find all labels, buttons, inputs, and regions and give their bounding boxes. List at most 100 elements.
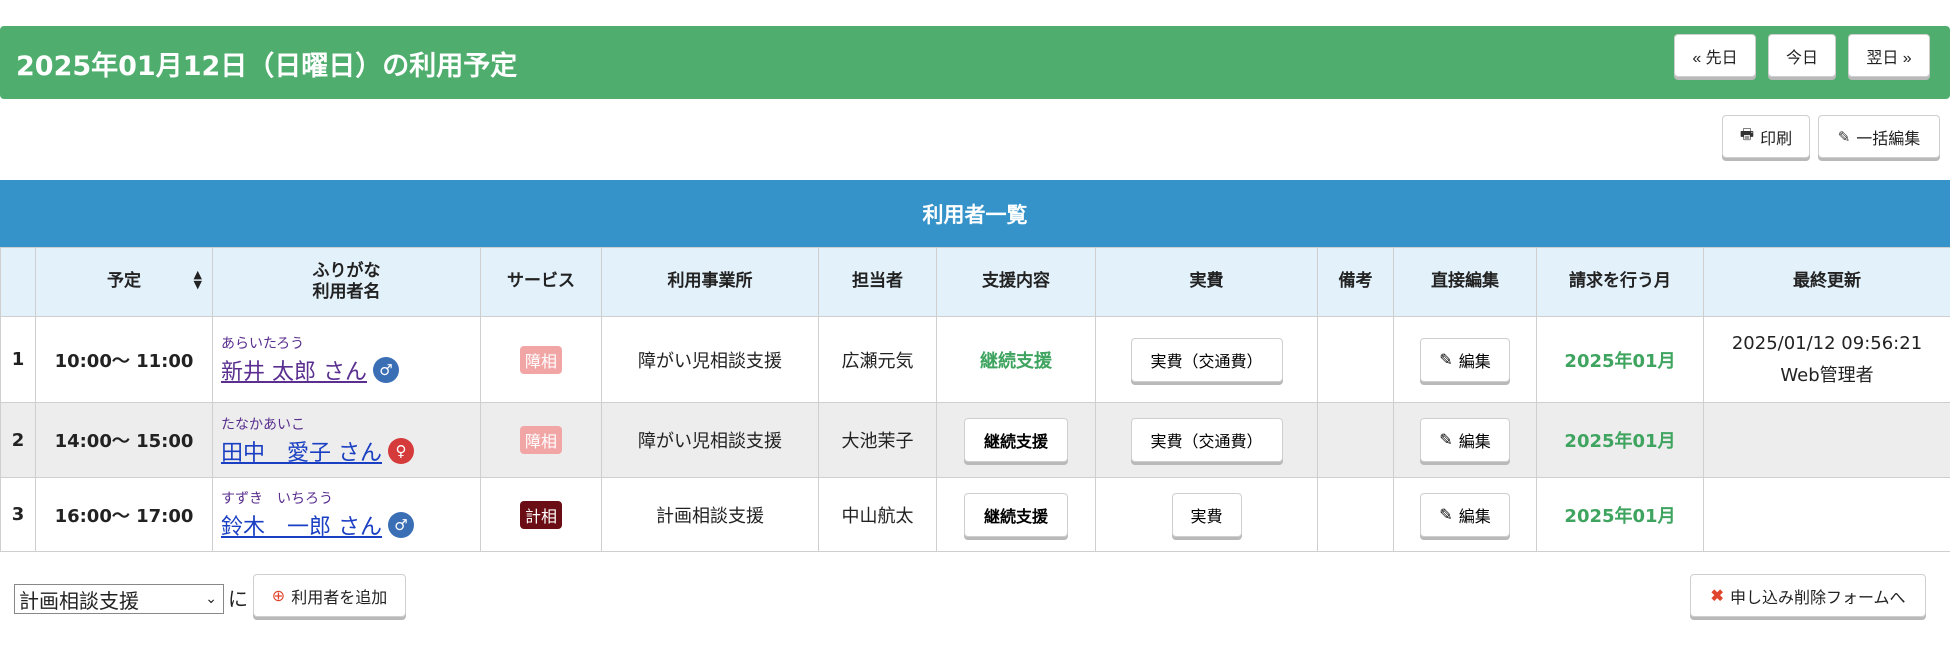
- male-user-icon: ♂: [388, 512, 414, 538]
- user-kana: たなかあいこ: [221, 416, 305, 433]
- col-staff: 担当者: [818, 247, 937, 317]
- row-time: 16:00～ 17:00: [35, 477, 213, 552]
- user-name-link[interactable]: 鈴木 一郎 さん: [221, 515, 382, 540]
- support-text: 継続支援: [980, 350, 1052, 372]
- col-expense: 実費: [1095, 247, 1318, 317]
- chevron-down-icon: ⌄: [205, 591, 217, 607]
- row-edit: ✎ 編集: [1393, 402, 1537, 478]
- row-edit: ✎ 編集: [1393, 316, 1537, 403]
- service-badge: 障相: [519, 426, 562, 454]
- table-row: 1 10:00～ 11:00 あらいたろう 新井 太郎 さん ♂ 障相 障がい児相…: [0, 316, 1950, 403]
- row-staff: 中山航太: [818, 477, 937, 552]
- print-label: 印刷: [1760, 130, 1793, 148]
- select-suffix: に: [228, 587, 248, 611]
- edit-label: 編集: [1458, 508, 1491, 526]
- edit-button[interactable]: ✎ 編集: [1420, 337, 1510, 382]
- row-expense: 実費（交通費）: [1095, 316, 1318, 403]
- service-badge: 障相: [519, 345, 562, 374]
- row-note: [1317, 402, 1394, 478]
- list-title: 利用者一覧: [0, 180, 1950, 247]
- prev-day-button[interactable]: « 先日: [1674, 34, 1756, 77]
- service-badge: 計相: [519, 500, 562, 529]
- printer-icon: 🖶: [1739, 126, 1755, 143]
- expense-button[interactable]: 実費（交通費）: [1130, 418, 1283, 462]
- col-index: [0, 247, 36, 317]
- add-user-label: 利用者を追加: [291, 589, 388, 607]
- col-name-label: 利用者名: [312, 282, 381, 302]
- support-button[interactable]: 継続支援: [964, 492, 1068, 537]
- delete-form-label: 申し込み削除フォームへ: [1729, 589, 1906, 607]
- edit-icon: ✎: [1837, 128, 1851, 146]
- row-note: [1317, 477, 1394, 552]
- row-support: 継続支援: [936, 402, 1096, 478]
- today-button[interactable]: 今日: [1768, 34, 1836, 77]
- row-number: 2: [0, 402, 36, 478]
- expense-button[interactable]: 実費: [1171, 492, 1242, 537]
- page-title: 2025年01月12日（日曜日）の利用予定: [16, 51, 518, 82]
- close-icon: ✖: [1710, 587, 1724, 605]
- user-name-link[interactable]: 田中 愛子 さん: [221, 441, 382, 466]
- edit-icon: ✎: [1439, 351, 1453, 369]
- user-name-link[interactable]: 新井 太郎 さん: [221, 360, 367, 385]
- row-office: 障がい児相談支援: [601, 402, 819, 478]
- edit-button[interactable]: ✎ 編集: [1420, 418, 1510, 462]
- row-support: 継続支援: [936, 316, 1096, 403]
- support-button[interactable]: 継続支援: [964, 418, 1068, 462]
- col-schedule[interactable]: 予定 ▲ ▼: [35, 247, 213, 317]
- col-last-update: 最終更新: [1703, 247, 1950, 317]
- user-table: 予定 ▲ ▼ ふりがな 利用者名 サービス 利用事業所 担当者 支援内容 実費 備…: [0, 247, 1950, 552]
- delete-form-button[interactable]: ✖ 申し込み削除フォームへ: [1690, 574, 1926, 617]
- row-staff: 大池茉子: [818, 402, 937, 478]
- billing-month: 2025年01月: [1564, 505, 1676, 527]
- edit-button[interactable]: ✎ 編集: [1420, 492, 1510, 537]
- plus-circle-icon: ⊕: [271, 587, 286, 605]
- edit-icon: ✎: [1439, 432, 1453, 449]
- user-kana: すずき いちろう: [221, 491, 333, 507]
- row-service: 計相: [480, 477, 602, 552]
- sort-icon[interactable]: ▲ ▼: [194, 269, 202, 290]
- row-updated: [1703, 402, 1950, 478]
- col-support: 支援内容: [936, 247, 1096, 317]
- col-schedule-label: 予定: [107, 271, 141, 292]
- row-note: [1317, 316, 1394, 403]
- add-user-button[interactable]: ⊕ 利用者を追加: [253, 574, 406, 617]
- col-billing-month: 請求を行う月: [1536, 247, 1704, 317]
- user-kana: あらいたろう: [221, 336, 305, 352]
- table-row: 2 14:00～ 15:00 たなかあいこ 田中 愛子 さん ♀ 障相 障がい児相…: [0, 402, 1950, 478]
- col-service: サービス: [480, 247, 602, 317]
- bulk-edit-label: 一括編集: [1856, 130, 1921, 148]
- next-day-button[interactable]: 翌日 »: [1848, 34, 1930, 77]
- expense-button[interactable]: 実費（交通費）: [1130, 337, 1283, 382]
- col-direct-edit: 直接編集: [1393, 247, 1537, 317]
- bulk-edit-button[interactable]: ✎ 一括編集: [1818, 115, 1940, 158]
- row-user: すずき いちろう 鈴木 一郎 さん ♂: [212, 477, 481, 552]
- header-bar: 2025年01月12日（日曜日）の利用予定 « 先日 今日 翌日 »: [0, 26, 1950, 99]
- table-row: 3 16:00～ 17:00 すずき いちろう 鈴木 一郎 さん ♂ 計相 計画相…: [0, 477, 1950, 552]
- row-user: たなかあいこ 田中 愛子 さん ♀: [212, 402, 481, 478]
- row-billing: 2025年01月: [1536, 477, 1704, 552]
- row-updated: [1703, 477, 1950, 552]
- updated-by: Web管理者: [1780, 364, 1874, 386]
- row-billing: 2025年01月: [1536, 402, 1704, 478]
- updated-at: 2025/01/12 09:56:21: [1731, 333, 1923, 354]
- row-number: 1: [0, 316, 36, 403]
- edit-label: 編集: [1458, 434, 1491, 451]
- edit-label: 編集: [1458, 353, 1491, 371]
- row-staff: 広瀬元気: [818, 316, 937, 403]
- edit-icon: ✎: [1439, 506, 1453, 524]
- row-updated: 2025/01/12 09:56:21 Web管理者: [1703, 316, 1950, 403]
- row-user: あらいたろう 新井 太郎 さん ♂: [212, 316, 481, 403]
- col-name-kana-label: ふりがな: [312, 260, 381, 281]
- col-name: ふりがな 利用者名: [212, 247, 481, 317]
- table-header-row: 予定 ▲ ▼ ふりがな 利用者名 サービス 利用事業所 担当者 支援内容 実費 備…: [0, 247, 1950, 317]
- col-note: 備考: [1317, 247, 1394, 317]
- service-select[interactable]: 計画相談支援 ⌄: [14, 584, 224, 614]
- row-time: 10:00～ 11:00: [35, 316, 213, 403]
- row-number: 3: [0, 477, 36, 552]
- male-user-icon: ♂: [373, 357, 399, 383]
- row-support: 継続支援: [936, 477, 1096, 552]
- row-expense: 実費（交通費）: [1095, 402, 1318, 478]
- row-billing: 2025年01月: [1536, 316, 1704, 403]
- print-button[interactable]: 🖶 印刷: [1722, 115, 1810, 158]
- row-time: 14:00～ 15:00: [35, 402, 213, 478]
